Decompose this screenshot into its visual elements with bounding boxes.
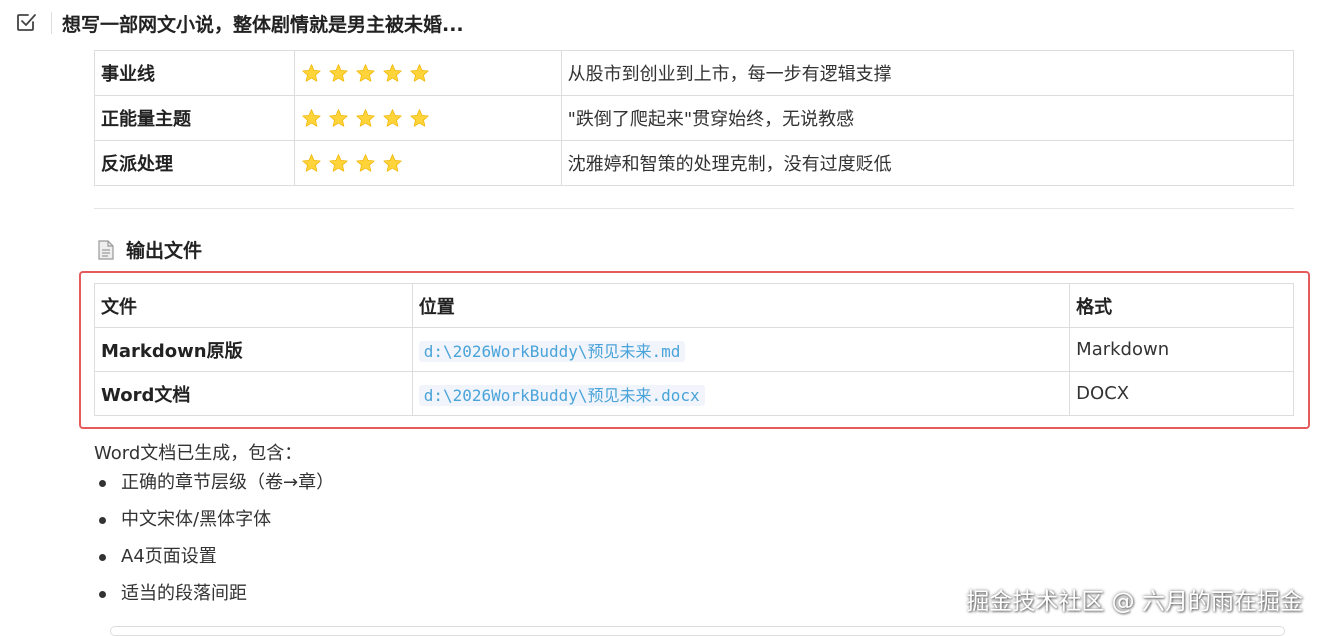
list-item: 适当的段落间距 xyxy=(94,579,334,616)
output-heading: 输出文件 xyxy=(98,236,202,263)
watermark: 掘金技术社区 @ 六月的雨在掘金 xyxy=(966,589,1303,615)
table-row: 事业线 从股市到创业到上市，每一步有逻辑支撑 xyxy=(94,50,1295,96)
file-name: Word文档 xyxy=(94,371,413,416)
rating-comment: "跌倒了爬起来"贯穿始终，无说教感 xyxy=(560,95,1295,141)
file-path[interactable]: d:\2026WorkBuddy\预见未来.md xyxy=(418,340,686,362)
star-icon xyxy=(410,63,429,82)
output-files-table: 文件 位置 格式 Markdown原版 d:\2026WorkBuddy\预见未… xyxy=(94,283,1294,416)
rating-name: 正能量主题 xyxy=(94,95,295,141)
star-icon xyxy=(302,108,321,127)
topbar-divider xyxy=(51,12,52,34)
list-item: A4页面设置 xyxy=(94,542,334,579)
table-row: 正能量主题 "跌倒了爬起来"贯穿始终，无说教感 xyxy=(94,95,1295,141)
feature-list: 正确的章节层级（卷→章） 中文宋体/黑体字体 A4页面设置 适当的段落间距 xyxy=(94,468,334,616)
section-divider xyxy=(94,208,1294,209)
page-title: 想写一部网文小说，整体剧情就是男主被未婚... xyxy=(62,14,464,36)
list-item-text: A4页面设置 xyxy=(121,546,217,567)
file-name: Markdown原版 xyxy=(94,327,413,372)
file-location: d:\2026WorkBuddy\预见未来.docx xyxy=(411,371,1071,416)
bullet xyxy=(99,517,106,524)
list-item-text: 中文宋体/黑体字体 xyxy=(121,509,272,530)
list-item: 正确的章节层级（卷→章） xyxy=(94,468,334,505)
file-path[interactable]: d:\2026WorkBuddy\预见未来.docx xyxy=(418,384,705,406)
star-icon xyxy=(356,153,375,172)
list-item: 中文宋体/黑体字体 xyxy=(94,505,334,542)
star-icon xyxy=(383,108,402,127)
rating-comment: 从股市到创业到上市，每一步有逻辑支撑 xyxy=(560,50,1295,96)
checkbox-icon[interactable] xyxy=(15,11,37,33)
input-box-edge[interactable] xyxy=(110,626,1285,636)
table-row: 反派处理 沈雅婷和智策的处理克制，没有过度贬低 xyxy=(94,140,1295,186)
file-location: d:\2026WorkBuddy\预见未来.md xyxy=(411,327,1071,372)
column-header-file: 文件 xyxy=(94,283,413,328)
file-format: DOCX xyxy=(1069,371,1294,416)
star-icon xyxy=(329,153,348,172)
output-heading-text: 输出文件 xyxy=(126,240,203,262)
rating-stars xyxy=(293,140,562,186)
bullet xyxy=(99,554,106,561)
rating-table: 事业线 从股市到创业到上市，每一步有逻辑支撑 正能量主题 "跌倒了爬起来"贯穿始… xyxy=(94,50,1295,186)
star-icon xyxy=(356,108,375,127)
star-icon xyxy=(383,153,402,172)
rating-comment: 沈雅婷和智策的处理克制，没有过度贬低 xyxy=(560,140,1295,186)
rating-stars xyxy=(293,95,562,141)
star-icon xyxy=(329,108,348,127)
table-header-row: 文件 位置 格式 xyxy=(94,283,1294,328)
bullet xyxy=(99,480,106,487)
list-item-text: 适当的段落间距 xyxy=(121,583,247,604)
star-icon xyxy=(356,63,375,82)
document-icon xyxy=(98,239,114,260)
star-icon xyxy=(302,153,321,172)
column-header-location: 位置 xyxy=(411,283,1071,328)
top-bar: 想写一部网文小说，整体剧情就是男主被未婚... xyxy=(0,0,1323,46)
star-icon xyxy=(302,63,321,82)
bullet xyxy=(99,591,106,598)
rating-name: 事业线 xyxy=(94,50,295,96)
file-format: Markdown xyxy=(1069,327,1294,372)
rating-name: 反派处理 xyxy=(94,140,295,186)
star-icon xyxy=(383,63,402,82)
table-row: Markdown原版 d:\2026WorkBuddy\预见未来.md Mark… xyxy=(94,327,1294,372)
column-header-format: 格式 xyxy=(1069,283,1294,328)
summary-text: Word文档已生成，包含： xyxy=(94,443,303,464)
star-icon xyxy=(410,108,429,127)
list-item-text: 正确的章节层级（卷→章） xyxy=(121,472,335,493)
table-row: Word文档 d:\2026WorkBuddy\预见未来.docx DOCX xyxy=(94,371,1294,416)
rating-stars xyxy=(293,50,562,96)
star-icon xyxy=(329,63,348,82)
